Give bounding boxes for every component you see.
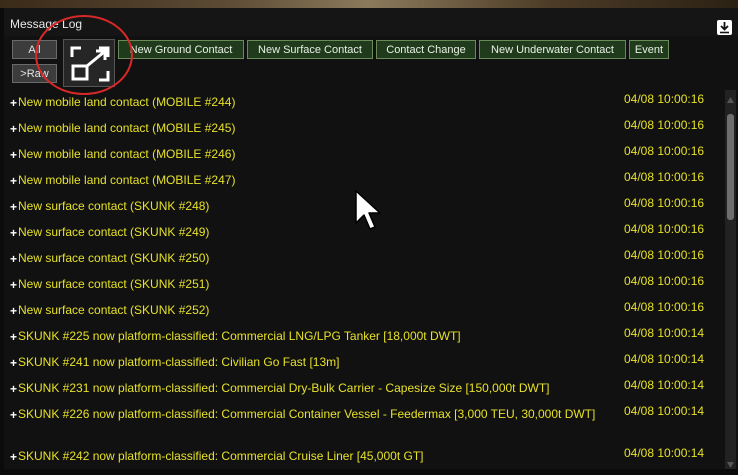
- entry-time: 04/08 10:00:16: [624, 248, 705, 262]
- entry-text: New surface contact (SKUNK #248): [18, 199, 210, 213]
- expand-entry-icon[interactable]: +: [10, 356, 17, 370]
- expand-entry-icon[interactable]: +: [10, 226, 17, 240]
- entry-time: 04/08 10:00:14: [624, 404, 705, 418]
- expand-entry-icon[interactable]: +: [10, 450, 17, 464]
- expand-entry-icon[interactable]: +: [10, 382, 17, 396]
- scroll-down-icon[interactable]: [726, 457, 735, 468]
- entry-text: New surface contact (SKUNK #250): [18, 251, 210, 265]
- background-strip: [0, 0, 738, 8]
- entry-time: 04/08 10:00:16: [624, 92, 705, 106]
- filter-contact-change[interactable]: Contact Change: [376, 40, 476, 59]
- scrollbar[interactable]: [725, 90, 736, 469]
- entry-text: SKUNK #242 now platform-classified: Comm…: [18, 449, 424, 463]
- entry-time: 04/08 10:00:16: [624, 300, 705, 314]
- mouse-pointer-icon: [355, 190, 381, 230]
- entry-time: 04/08 10:00:16: [624, 196, 705, 210]
- entry-text: SKUNK #225 now platform-classified: Comm…: [18, 329, 461, 343]
- entry-time: 04/08 10:00:16: [624, 144, 705, 158]
- filter-event[interactable]: Event: [629, 40, 669, 59]
- entry-text: New mobile land contact (MOBILE #245): [18, 121, 236, 135]
- entry-time: 04/08 10:00:16: [624, 222, 705, 236]
- expand-entry-icon[interactable]: +: [10, 174, 17, 188]
- entry-text: SKUNK #231 now platform-classified: Comm…: [18, 381, 550, 395]
- download-icon[interactable]: [717, 20, 732, 35]
- expand-entry-icon[interactable]: +: [10, 252, 17, 266]
- expand-entry-icon[interactable]: +: [10, 200, 17, 214]
- entry-text: New surface contact (SKUNK #252): [18, 303, 210, 317]
- expand-entry-icon[interactable]: +: [10, 96, 17, 110]
- expand-entry-icon[interactable]: +: [10, 330, 17, 344]
- entry-text: New surface contact (SKUNK #249): [18, 225, 210, 239]
- entry-time: 04/08 10:00:14: [624, 378, 705, 392]
- expand-entry-icon[interactable]: +: [10, 304, 17, 318]
- entry-time: 04/08 10:00:14: [624, 326, 705, 340]
- filter-new-underwater-contact[interactable]: New Underwater Contact: [479, 40, 626, 59]
- entry-time: 04/08 10:00:16: [624, 274, 705, 288]
- filter-new-surface-contact[interactable]: New Surface Contact: [247, 40, 373, 59]
- entry-text: New mobile land contact (MOBILE #244): [18, 95, 236, 109]
- expand-entry-icon[interactable]: +: [10, 408, 17, 422]
- filter-new-ground-contact[interactable]: New Ground Contact: [118, 40, 244, 59]
- highlight-circle: [35, 15, 133, 95]
- message-list: + New mobile land contact (MOBILE #244) …: [4, 88, 722, 469]
- entry-time: 04/08 10:00:14: [624, 352, 705, 366]
- expand-entry-icon[interactable]: +: [10, 122, 17, 136]
- entry-time: 04/08 10:00:16: [624, 118, 705, 132]
- entry-text: SKUNK #226 now platform-classified: Comm…: [18, 407, 596, 421]
- entry-time: 04/08 10:00:14: [624, 446, 705, 460]
- entry-text: New mobile land contact (MOBILE #246): [18, 147, 236, 161]
- entry-time: 04/08 10:00:16: [624, 170, 705, 184]
- entry-text: SKUNK #241 now platform-classified: Civi…: [18, 355, 340, 369]
- expand-entry-icon[interactable]: +: [10, 278, 17, 292]
- expand-entry-icon[interactable]: +: [10, 148, 17, 162]
- entry-text: New mobile land contact (MOBILE #247): [18, 173, 236, 187]
- entry-text: New surface contact (SKUNK #251): [18, 277, 210, 291]
- scroll-up-icon[interactable]: [726, 92, 735, 103]
- scrollbar-thumb[interactable]: [727, 114, 734, 220]
